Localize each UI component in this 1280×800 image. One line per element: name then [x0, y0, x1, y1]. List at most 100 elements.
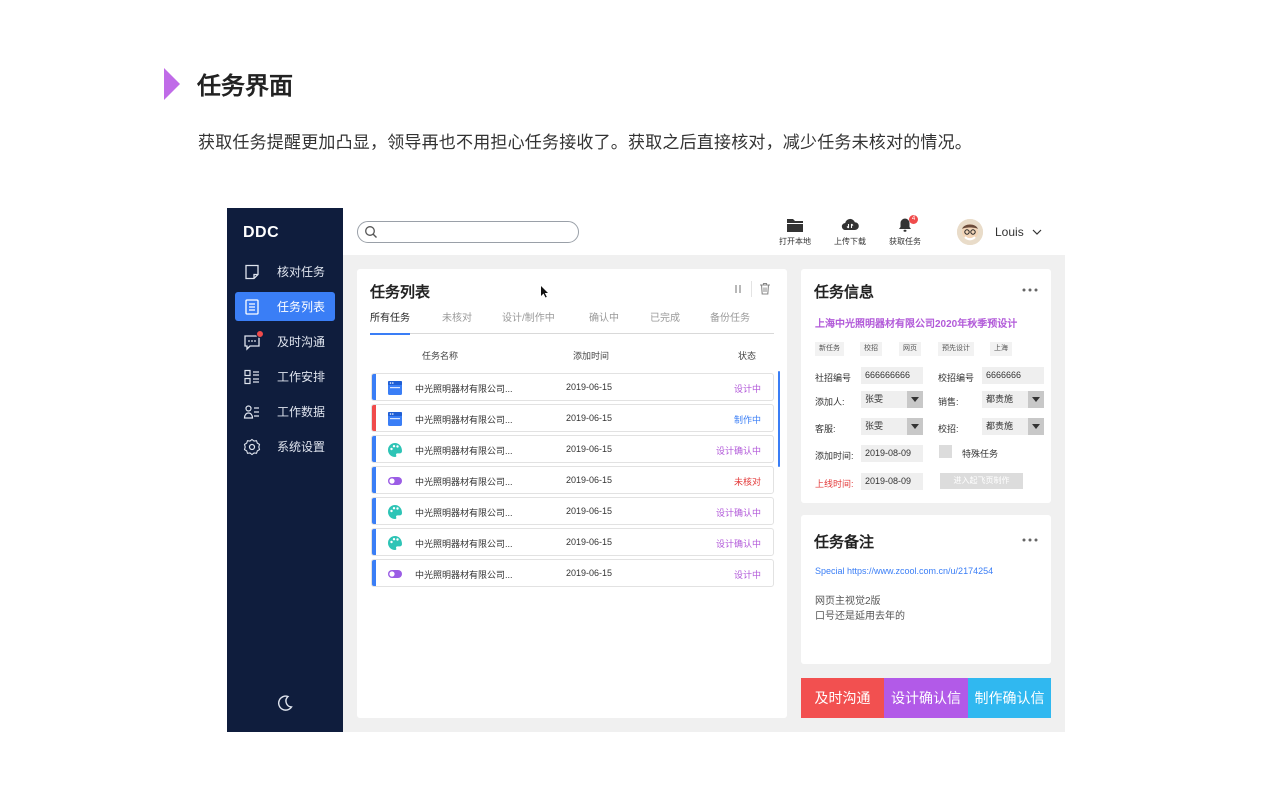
chevron-down-icon	[1028, 391, 1044, 408]
tab-backup[interactable]: 备份任务	[710, 309, 750, 334]
sidebar-item-chat[interactable]: 及时沟通	[235, 327, 335, 356]
user-menu[interactable]: Louis	[957, 219, 1042, 245]
tab-confirming[interactable]: 确认中	[589, 309, 619, 334]
sales-value: 都贵施	[986, 394, 1014, 404]
sales-select[interactable]: 都贵施	[982, 391, 1044, 408]
sidebar-item-label: 及时沟通	[277, 335, 326, 349]
tab-designing[interactable]: 设计/制作中	[502, 309, 555, 334]
top-bar: 打开本地 上传下载 4 获取任务 Louis	[343, 208, 1065, 255]
row-status-stripe	[372, 560, 376, 586]
production-confirm-button[interactable]: 制作确认信	[968, 678, 1051, 718]
chevron-down-icon	[907, 418, 923, 435]
row-task-name: 中光照明器材有限公司...	[415, 539, 513, 549]
adder-value: 张雯	[865, 394, 884, 404]
divider	[751, 281, 752, 297]
more-icon[interactable]	[1021, 537, 1039, 543]
service-select[interactable]: 张雯	[861, 418, 923, 435]
campus-number-field: 6666666	[982, 367, 1044, 384]
document-list-icon	[243, 298, 261, 316]
task-info-panel: 任务信息 上海中光照明器材有限公司2020年秋季预设计 新任务 校招 网页 预先…	[801, 269, 1051, 503]
column-header-status: 状态	[738, 351, 757, 361]
task-tag: 预先设计	[938, 342, 974, 356]
table-row[interactable]: 中光照明器材有限公司... 2019-06-15 未核对	[371, 466, 774, 494]
sidebar-item-task-list[interactable]: 任务列表	[235, 292, 335, 321]
row-added-time: 2019-06-15	[566, 506, 613, 516]
open-local-button[interactable]: 打开本地	[772, 217, 818, 247]
column-header-time: 添加时间	[573, 351, 610, 361]
upload-download-button[interactable]: 上传下载	[827, 217, 873, 247]
tab-unchecked[interactable]: 未核对	[442, 309, 472, 334]
notification-dot	[256, 329, 264, 338]
campus-number-label: 校招编号	[938, 373, 975, 383]
pause-icon[interactable]	[732, 283, 744, 295]
note-text: 口号还是延用去年的	[815, 611, 905, 622]
browser-window-icon	[387, 380, 403, 396]
table-row[interactable]: 中光照明器材有限公司... 2019-06-15 设计确认中	[371, 435, 774, 463]
fetch-task-button[interactable]: 4 获取任务	[882, 215, 928, 247]
sidebar-item-settings[interactable]: 系统设置	[235, 432, 335, 461]
row-task-name: 中光照明器材有限公司...	[415, 446, 513, 456]
table-row[interactable]: 中光照明器材有限公司... 2019-06-15 设计确认中	[371, 528, 774, 556]
note-link[interactable]: Special https://www.zcool.com.cn/u/21742…	[815, 566, 993, 576]
online-time-field: 2019-08-09	[861, 473, 923, 490]
trash-icon[interactable]	[759, 282, 771, 295]
online-time-label: 上线时间:	[815, 479, 854, 489]
social-number-field: 666666666	[861, 367, 923, 384]
chevron-down-icon	[1028, 418, 1044, 435]
sidebar-item-work-data[interactable]: 工作数据	[235, 397, 335, 426]
chevron-down-icon	[907, 391, 923, 408]
tool-label: 上传下载	[834, 237, 866, 246]
browser-window-icon	[387, 411, 403, 427]
service-value: 张雯	[865, 421, 884, 431]
row-status-stripe	[372, 498, 376, 524]
row-status: 设计中	[733, 570, 761, 580]
sidebar: DDC 核对任务 任务列表 及时沟通 工作安排 工作数据 系统设置	[227, 208, 343, 732]
campus-select[interactable]: 都贵施	[982, 418, 1044, 435]
social-number-label: 社招编号	[815, 373, 852, 383]
avatar	[957, 219, 983, 245]
heading-marker-icon	[164, 67, 180, 100]
row-status: 设计确认中	[715, 508, 761, 518]
row-task-name: 中光照明器材有限公司...	[415, 570, 513, 580]
row-status: 未核对	[733, 477, 761, 487]
palette-icon	[387, 504, 403, 520]
design-confirm-button[interactable]: 设计确认信	[884, 678, 968, 718]
table-row[interactable]: 中光照明器材有限公司... 2019-06-15 设计中	[371, 559, 774, 587]
row-status-stripe	[372, 529, 376, 555]
tab-all-tasks[interactable]: 所有任务	[370, 309, 410, 335]
table-row[interactable]: 中光照明器材有限公司... 2019-06-15 设计确认中	[371, 497, 774, 525]
app-window: DDC 核对任务 任务列表 及时沟通 工作安排 工作数据 系统设置 打开本地 上…	[227, 208, 1065, 732]
table-row[interactable]: 中光照明器材有限公司... 2019-06-15 设计中	[371, 373, 774, 401]
sidebar-item-schedule[interactable]: 工作安排	[235, 362, 335, 391]
gear-icon	[243, 438, 261, 456]
sidebar-item-label: 工作安排	[277, 370, 326, 384]
adder-select[interactable]: 张雯	[861, 391, 923, 408]
cloud-icon	[841, 218, 859, 231]
sidebar-item-label: 工作数据	[277, 405, 326, 419]
task-info-title: 任务信息	[814, 284, 875, 301]
task-tag: 网页	[899, 342, 921, 356]
search-box[interactable]	[357, 221, 579, 243]
add-time-field: 2019-08-09	[861, 445, 923, 462]
column-header-name: 任务名称	[422, 351, 459, 361]
special-task-checkbox[interactable]	[939, 445, 952, 458]
chat-now-button[interactable]: 及时沟通	[801, 678, 884, 718]
task-tabs: 所有任务 未核对 设计/制作中 确认中 已完成 备份任务	[370, 309, 774, 335]
enter-production-button[interactable]: 进入起飞页制作	[940, 473, 1023, 489]
more-icon[interactable]	[1021, 287, 1039, 293]
chat-icon	[243, 329, 264, 351]
campus-value: 都贵施	[986, 421, 1014, 431]
page-title: 任务界面	[197, 73, 293, 100]
row-status-stripe	[372, 405, 376, 431]
tab-completed[interactable]: 已完成	[650, 309, 680, 334]
table-row[interactable]: 中光照明器材有限公司... 2019-06-15 制作中	[371, 404, 774, 432]
search-input[interactable]	[382, 224, 572, 240]
sidebar-item-label: 核对任务	[277, 265, 326, 279]
add-time-label: 添加时间:	[815, 451, 854, 461]
moon-icon[interactable]	[275, 693, 295, 713]
scrollbar[interactable]	[778, 371, 780, 467]
row-added-time: 2019-06-15	[566, 413, 613, 423]
sidebar-item-check-tasks[interactable]: 核对任务	[235, 257, 335, 286]
toggle-icon	[387, 566, 403, 582]
row-status: 设计确认中	[715, 539, 761, 549]
